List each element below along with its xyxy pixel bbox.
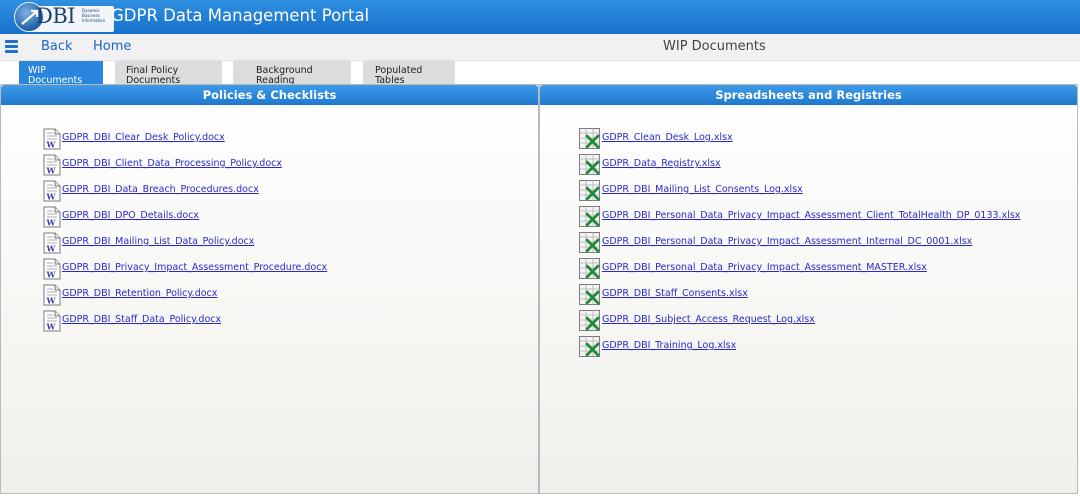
tab-label: Background Reading [256,65,313,86]
file-link[interactable]: GDPR_DBI_Staff_Consents.xlsx [602,288,748,299]
tab-wip-documents[interactable]: WIP Documents [19,61,103,85]
word-document-icon[interactable]: W [43,310,61,332]
file-row: W GDPR_DBI_DPO_Details.docx [1,206,538,232]
file-row: GDPR_DBI_Personal_Data_Privacy_Impact_As… [540,206,1077,232]
file-link[interactable]: GDPR_DBI_Retention_Policy.docx [62,288,217,299]
file-row: W GDPR_DBI_Mailing_List_Data_Policy.docx [1,232,538,258]
policies-file-list: W GDPR_DBI_Clear_Desk_Policy.docx W GDPR_DB… [1,128,538,336]
file-link[interactable]: GDPR_DBI_Mailing_List_Data_Policy.docx [62,236,254,247]
tab-label: Populated Tables [375,65,423,86]
page-heading: WIP Documents [663,39,766,54]
nav-bar: Back Home WIP Documents [0,34,1080,61]
file-row: GDPR_DBI_Mailing_List_Consents_Log.xlsx [540,180,1077,206]
dbi-logo: DBI Dynamic Business Information [14,2,114,32]
word-document-icon[interactable]: W [43,180,61,202]
back-link[interactable]: Back [41,39,73,54]
panel-title: Spreadsheets and Registries [540,85,1077,105]
file-row: W GDPR_DBI_Clear_Desk_Policy.docx [1,128,538,154]
excel-spreadsheet-icon[interactable] [579,232,600,253]
tab-label: WIP Documents [28,65,83,86]
svg-text:W: W [46,218,57,228]
file-row: GDPR_Clean_Desk_Log.xlsx [540,128,1077,154]
logo-subtext: Dynamic Business Information [82,8,106,23]
file-link[interactable]: GDPR_DBI_Personal_Data_Privacy_Impact_As… [602,210,1020,221]
file-row: W GDPR_DBI_Staff_Data_Policy.docx [1,310,538,336]
file-row: GDPR_DBI_Subject_Access_Request_Log.xlsx [540,310,1077,336]
file-link[interactable]: GDPR_DBI_Personal_Data_Privacy_Impact_As… [602,262,927,273]
word-document-icon[interactable]: W [43,128,61,150]
home-link[interactable]: Home [93,39,131,54]
svg-text:W: W [46,166,57,176]
excel-spreadsheet-icon[interactable] [579,336,600,357]
excel-spreadsheet-icon[interactable] [579,180,600,201]
svg-text:W: W [46,270,57,280]
spreadsheets-file-list: GDPR_Clean_Desk_Log.xlsx GDPR_Data_Regist… [540,128,1077,362]
file-row: W GDPR_DBI_Client_Data_Processing_Policy.… [1,154,538,180]
file-link[interactable]: GDPR_DBI_Personal_Data_Privacy_Impact_As… [602,236,972,247]
file-link[interactable]: GDPR_DBI_Data_Breach_Procedures.docx [62,184,259,195]
logo-text: DBI [36,4,76,28]
file-link[interactable]: GDPR_DBI_Training_Log.xlsx [602,340,736,351]
word-document-icon[interactable]: W [43,258,61,280]
svg-text:W: W [46,192,57,202]
file-row: W GDPR_DBI_Privacy_Impact_Assessment_Proc… [1,258,538,284]
file-link[interactable]: GDPR_Clean_Desk_Log.xlsx [602,132,733,143]
word-document-icon[interactable]: W [43,154,61,176]
file-link[interactable]: GDPR_DBI_Subject_Access_Request_Log.xlsx [602,314,815,325]
spreadsheets-panel: Spreadsheets and Registries GDPR_Clean_D… [539,84,1078,494]
excel-spreadsheet-icon[interactable] [579,128,600,149]
tab-populated-tables[interactable]: Populated Tables [363,61,455,85]
svg-text:W: W [46,322,57,332]
word-document-icon[interactable]: W [43,232,61,254]
file-row: W GDPR_DBI_Retention_Policy.docx [1,284,538,310]
file-link[interactable]: GDPR_DBI_Mailing_List_Consents_Log.xlsx [602,184,803,195]
file-link[interactable]: GDPR_DBI_Client_Data_Processing_Policy.d… [62,158,282,169]
file-row: GDPR_DBI_Training_Log.xlsx [540,336,1077,362]
panel-title: Policies & Checklists [1,85,538,105]
excel-spreadsheet-icon[interactable] [579,258,600,279]
hamburger-menu-icon[interactable] [5,40,19,53]
file-row: GDPR_Data_Registry.xlsx [540,154,1077,180]
file-link[interactable]: GDPR_DBI_DPO_Details.docx [62,210,199,221]
tab-label: Final Policy Documents [126,65,181,86]
file-row: GDPR_DBI_Staff_Consents.xlsx [540,284,1077,310]
file-row: GDPR_DBI_Personal_Data_Privacy_Impact_As… [540,258,1077,284]
app-title: GDPR Data Management Portal [111,6,370,25]
svg-text:W: W [46,140,57,150]
tab-background-reading[interactable]: Background Reading [233,61,351,85]
word-document-icon[interactable]: W [43,206,61,228]
svg-text:W: W [46,296,57,306]
file-row: W GDPR_DBI_Data_Breach_Procedures.docx [1,180,538,206]
app-header: DBI Dynamic Business Information GDPR Da… [0,0,1080,34]
excel-spreadsheet-icon[interactable] [579,284,600,305]
svg-text:W: W [46,244,57,254]
file-link[interactable]: GDPR_DBI_Staff_Data_Policy.docx [62,314,221,325]
excel-spreadsheet-icon[interactable] [579,154,600,175]
file-link[interactable]: GDPR_DBI_Privacy_Impact_Assessment_Proce… [62,262,327,273]
tab-final-policy-documents[interactable]: Final Policy Documents [115,61,222,85]
excel-spreadsheet-icon[interactable] [579,310,600,331]
file-link[interactable]: GDPR_Data_Registry.xlsx [602,158,721,169]
word-document-icon[interactable]: W [43,284,61,306]
policies-panel: Policies & Checklists W GDPR_DBI_Clear_De… [0,84,539,494]
file-link[interactable]: GDPR_DBI_Clear_Desk_Policy.docx [62,132,225,143]
file-row: GDPR_DBI_Personal_Data_Privacy_Impact_As… [540,232,1077,258]
document-tabs: WIP Documents Final Policy Documents Bac… [0,61,1080,85]
excel-spreadsheet-icon[interactable] [579,206,600,227]
